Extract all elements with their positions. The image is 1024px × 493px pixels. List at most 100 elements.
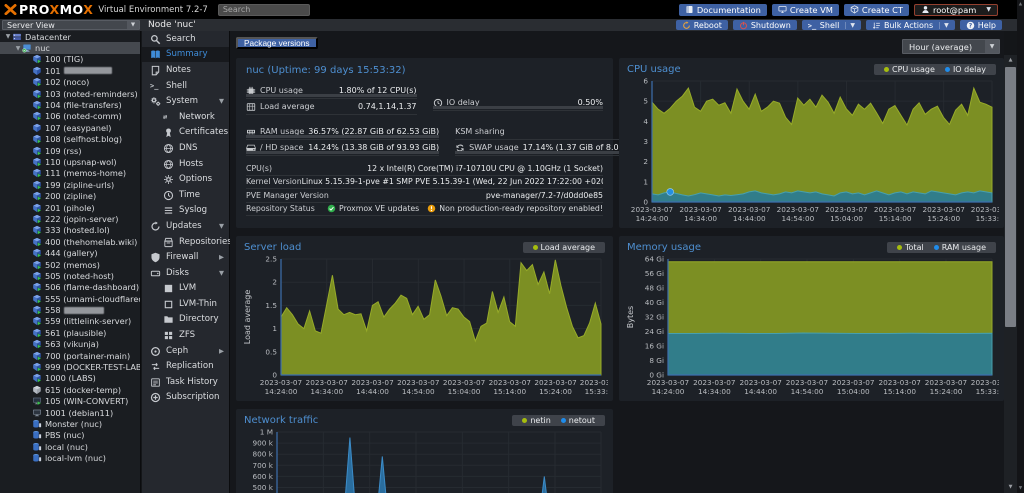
nav-item-disks[interactable]: Disks▼ [142, 265, 229, 281]
nav-item-time[interactable]: Time [142, 187, 229, 203]
tree-item[interactable]: 110 (upsnap-wol) [0, 156, 140, 167]
nav-item-syslog[interactable]: Syslog [142, 203, 229, 219]
tree-item[interactable]: 106 (noted-comm) [0, 111, 140, 122]
nav-item-directory[interactable]: Directory [142, 312, 229, 328]
scroll-up-icon[interactable]: ▲ [1017, 2, 1024, 7]
nav-item-firewall[interactable]: Firewall▶ [142, 249, 229, 265]
tree-item[interactable]: 100 (TIG) [0, 54, 140, 65]
nav-item-updates[interactable]: Updates▼ [142, 218, 229, 234]
legend-item[interactable]: netout [557, 416, 599, 425]
tree-item[interactable]: 222 (jopin-server) [0, 213, 140, 224]
tree-item[interactable]: 558 [0, 304, 140, 315]
tree-item[interactable]: 555 (umami-cloudflared) [0, 293, 140, 304]
tree-item[interactable]: 400 (thehomelab.wiki) [0, 236, 140, 247]
tree-item[interactable]: 615 (docker-temp) [0, 384, 140, 395]
tree-item[interactable]: 107 (easypanel) [0, 122, 140, 133]
shutdown-button[interactable]: Shutdown [733, 20, 797, 30]
nav-item-hosts[interactable]: Hosts [142, 156, 229, 172]
legend-item[interactable]: Total [893, 243, 928, 252]
nav-item-dns[interactable]: DNS [142, 140, 229, 156]
nav-caret-icon[interactable]: ▼ [219, 97, 224, 105]
tree-item[interactable]: 563 (vikunja) [0, 339, 140, 350]
tree-item[interactable]: 444 (gallery) [0, 247, 140, 258]
nav-caret-icon[interactable]: ▶ [219, 347, 224, 355]
tree-item[interactable]: 199 (zipline-urls) [0, 179, 140, 190]
global-search-input[interactable] [218, 4, 310, 16]
tree-item[interactable]: local-lvm (nuc) [0, 452, 140, 463]
tree-caret-icon[interactable]: ▼ [4, 33, 12, 40]
svg-text:2023-03-07: 2023-03-07 [631, 205, 674, 214]
tree-item[interactable]: 104 (file-transfers) [0, 99, 140, 110]
nav-item-options[interactable]: Options [142, 171, 229, 187]
tree-item[interactable]: local (nuc) [0, 441, 140, 452]
chevron-down-icon[interactable]: ▼ [127, 21, 139, 29]
nav-item-summary[interactable]: Summary [142, 47, 229, 63]
tree-item[interactable]: 502 (memos) [0, 259, 140, 270]
content-scrollbar[interactable]: ▲ ▼ [1004, 55, 1017, 493]
reboot-button[interactable]: Reboot [676, 20, 728, 30]
documentation-button[interactable]: Documentation [679, 4, 767, 16]
tree-item[interactable]: Monster (nuc) [0, 418, 140, 429]
scrollbar-thumb[interactable] [1005, 67, 1016, 327]
view-mode-select[interactable]: Server View ▼ [2, 20, 140, 30]
scroll-up-icon[interactable]: ▲ [1004, 55, 1017, 66]
shell-button[interactable]: >_Shell▼ [802, 20, 861, 30]
page-scrollbar[interactable]: ▲ ▼ [1017, 0, 1024, 493]
nav-item-network[interactable]: ⇄Network [142, 109, 229, 125]
tree-item[interactable]: 700 (portainer-main) [0, 350, 140, 361]
nav-item-shell[interactable]: >_Shell [142, 78, 229, 94]
scroll-down-icon[interactable]: ▼ [1017, 486, 1024, 491]
create-vm-button[interactable]: Create VM [772, 4, 839, 16]
legend-item[interactable]: netin [518, 416, 554, 425]
tree-item[interactable]: 200 (zipline) [0, 190, 140, 201]
nav-caret-icon[interactable]: ▶ [219, 253, 224, 261]
tree-item[interactable]: 506 (flame-dashboard) [0, 282, 140, 293]
tree-item[interactable]: 102 (noco) [0, 77, 140, 88]
help-button[interactable]: ?Help [960, 20, 1002, 30]
legend-item[interactable]: RAM usage [930, 243, 990, 252]
nav-item-lvm[interactable]: LVM [142, 281, 229, 297]
tree-item[interactable]: 505 (noted-host) [0, 270, 140, 281]
tree-item[interactable]: 333 (hosted.lol) [0, 225, 140, 236]
tree-item[interactable]: 1001 (debian11) [0, 407, 140, 418]
user-menu-button[interactable]: root@pam▼ [914, 4, 998, 16]
tree-caret-icon[interactable]: ▼ [14, 45, 22, 52]
tree-item[interactable]: 108 (selfhost.blog) [0, 134, 140, 145]
nav-item-repositories[interactable]: Repositories [142, 234, 229, 250]
nav-item-ceph[interactable]: Ceph▶ [142, 343, 229, 359]
tree-item[interactable]: 1000 (LABS) [0, 373, 140, 384]
nav-item-system[interactable]: System▼ [142, 93, 229, 109]
legend-item[interactable]: Load average [529, 243, 599, 252]
tree-item[interactable]: PBS (nuc) [0, 430, 140, 441]
package-versions-button[interactable]: Package versions [236, 37, 318, 49]
tree-item[interactable]: 559 (littlelink-server) [0, 316, 140, 327]
nav-item-subscription[interactable]: Subscription [142, 390, 229, 406]
create-ct-button[interactable]: Create CT [844, 4, 909, 16]
legend-item[interactable]: CPU usage [880, 65, 939, 74]
nav-item-label: Options [179, 174, 212, 184]
tree-item[interactable]: 201 (pihole) [0, 202, 140, 213]
tree-item[interactable]: ▼nuc [0, 42, 140, 53]
timeframe-select[interactable]: Hour (average) ▼ [902, 39, 1000, 54]
nav-caret-icon[interactable]: ▼ [219, 269, 224, 277]
nav-item-search[interactable]: Search [142, 31, 229, 47]
nav-item-task-history[interactable]: Task History [142, 374, 229, 390]
tree-item[interactable]: 561 (plausible) [0, 327, 140, 338]
tree-item[interactable]: 999 (DOCKER-TEST-LAB) [0, 361, 140, 372]
nav-item-lvm-thin[interactable]: LVM-Thin [142, 296, 229, 312]
legend-item[interactable]: IO delay [941, 65, 990, 74]
nav-item-zfs[interactable]: ZFS [142, 327, 229, 343]
nav-caret-icon[interactable]: ▼ [219, 222, 224, 230]
nav-item-notes[interactable]: Notes [142, 62, 229, 78]
tree-item[interactable]: 105 (WIN-CONVERT) [0, 396, 140, 407]
tree-item[interactable]: 111 (memos-home) [0, 168, 140, 179]
tree-item[interactable]: 101 [0, 65, 140, 76]
chevron-down-icon[interactable]: ▼ [985, 40, 999, 53]
tree-item[interactable]: 109 (rss) [0, 145, 140, 156]
scroll-down-icon[interactable]: ▼ [1004, 482, 1017, 493]
nav-item-replication[interactable]: Replication [142, 358, 229, 374]
tree-item[interactable]: ▼Datacenter [0, 31, 140, 42]
nav-item-certificates[interactable]: Certificates [142, 125, 229, 141]
bulk-actions-button[interactable]: Bulk Actions▼ [866, 20, 955, 30]
tree-item[interactable]: 103 (noted-reminders) [0, 88, 140, 99]
